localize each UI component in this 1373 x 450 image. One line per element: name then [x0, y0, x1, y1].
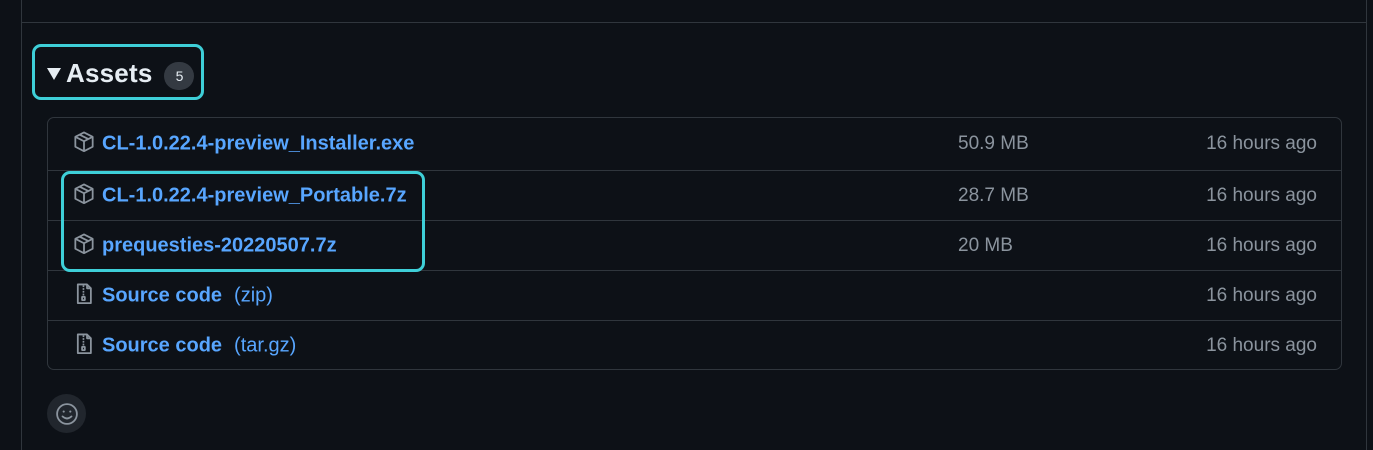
asset-download-link[interactable]: prequesties-20220507.7z [102, 234, 337, 257]
package-icon [73, 232, 95, 254]
asset-row: CL-1.0.22.4-preview_Portable.7z 28.7 MB … [48, 170, 1341, 220]
asset-timestamp: 16 hours ago [1206, 184, 1317, 206]
add-reaction-button[interactable] [47, 394, 86, 433]
file-zip-icon [73, 333, 95, 355]
asset-timestamp: 16 hours ago [1206, 284, 1317, 306]
asset-format: (zip) [234, 284, 273, 306]
asset-timestamp: 16 hours ago [1206, 234, 1317, 256]
triangle-down-icon [47, 68, 61, 80]
asset-download-link[interactable]: CL-1.0.22.4-preview_Installer.exe [102, 133, 414, 156]
asset-row: prequesties-20220507.7z 20 MB 16 hours a… [48, 220, 1341, 270]
panel-left-border [21, 0, 22, 450]
asset-name: Source code [102, 284, 223, 306]
package-icon [73, 182, 95, 204]
asset-name: prequesties-20220507.7z [102, 234, 337, 256]
assets-count-badge: 5 [164, 62, 195, 90]
asset-size: 20 MB [958, 234, 1013, 256]
asset-download-link[interactable]: CL-1.0.22.4-preview_Portable.7z [102, 184, 407, 207]
asset-name: CL-1.0.22.4-preview_Portable.7z [102, 184, 407, 206]
asset-name: Source code [102, 334, 223, 357]
package-icon [73, 131, 95, 153]
asset-row: Source code (zip) 16 hours ago [48, 270, 1341, 320]
asset-row: Source code (tar.gz) 16 hours ago [48, 320, 1341, 369]
source-code-zip-link[interactable]: Source code (zip) [102, 284, 273, 307]
panel-right-border [1366, 0, 1367, 450]
source-code-tar-link[interactable]: Source code (tar.gz) [102, 335, 296, 358]
file-zip-icon [73, 282, 95, 304]
asset-timestamp: 16 hours ago [1206, 133, 1317, 154]
asset-name: CL-1.0.22.4-preview_Installer.exe [102, 132, 415, 155]
asset-size: 50.9 MB [958, 133, 1029, 154]
smiley-icon [55, 402, 78, 425]
asset-timestamp: 16 hours ago [1206, 335, 1317, 356]
asset-size: 28.7 MB [958, 184, 1029, 206]
asset-row: CL-1.0.22.4-preview_Installer.exe 50.9 M… [48, 118, 1341, 170]
asset-format: (tar.gz) [234, 334, 297, 357]
assets-title: Assets [66, 57, 153, 88]
release-assets-panel: Assets 5 CL-1.0.22.4-preview_Installer.e… [0, 0, 1373, 450]
assets-toggle[interactable]: Assets 5 [47, 53, 195, 93]
section-divider [22, 22, 1367, 23]
asset-list: CL-1.0.22.4-preview_Installer.exe 50.9 M… [47, 117, 1342, 370]
